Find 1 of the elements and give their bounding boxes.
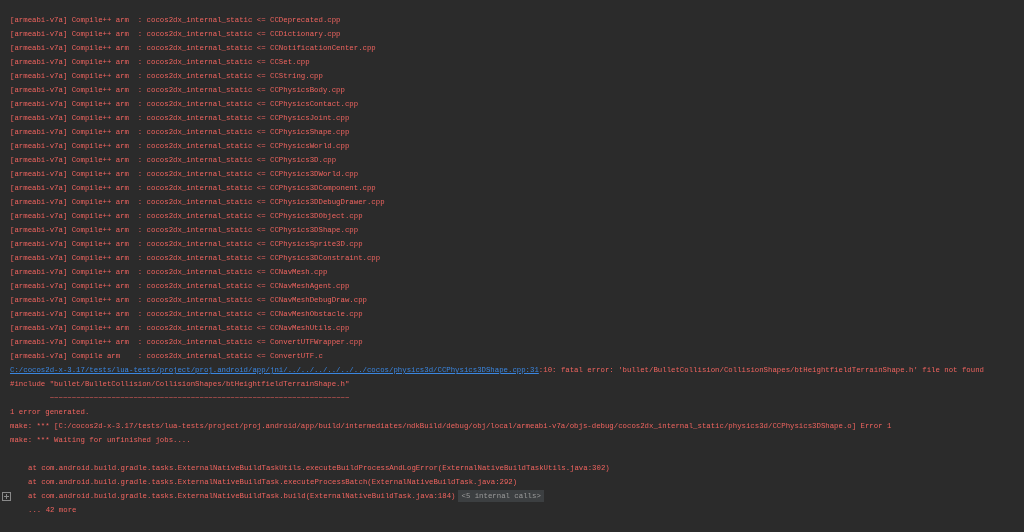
expand-icon[interactable]	[2, 491, 11, 501]
